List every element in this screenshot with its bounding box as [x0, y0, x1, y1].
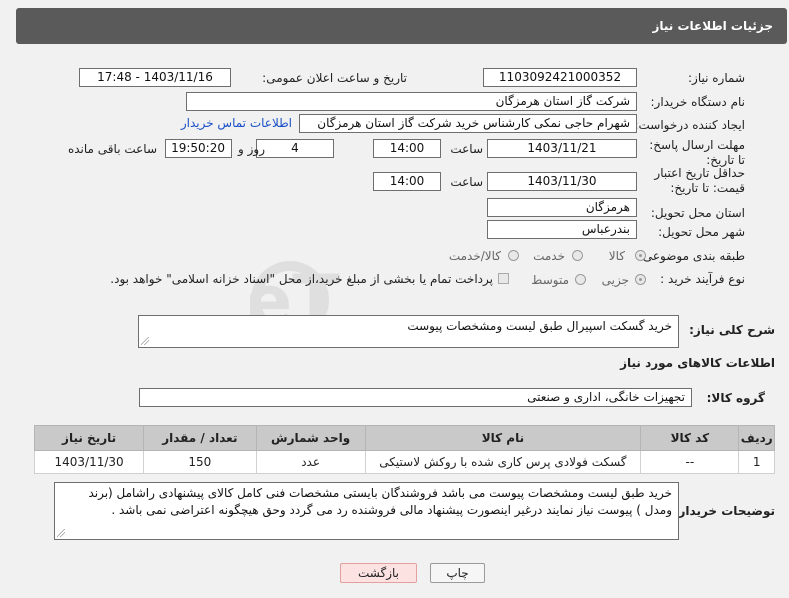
resize-grip-icon[interactable]	[141, 337, 149, 345]
buyer-notes-label: توضیحات خریدار:	[673, 504, 775, 518]
column-header-item-name: نام کالا	[364, 425, 642, 451]
creator-field[interactable]: شهرام حاجی نمکی کارشناس خرید شرکت گاز اس…	[299, 114, 637, 133]
description-label: شرح کلی نیاز:	[689, 323, 775, 337]
category-goods-label: کالا	[608, 249, 625, 263]
creator-label: ایجاد کننده درخواست:	[634, 118, 745, 132]
cell-item-name: گسکت فولادی پرس کاری شده با روکش لاستیکی	[364, 450, 642, 474]
announce-label: تاریخ و ساعت اعلان عمومی:	[262, 71, 407, 85]
city-label: شهر محل تحویل:	[658, 225, 745, 239]
deadline-time-field[interactable]: 14:00	[373, 139, 441, 158]
category-service-radio[interactable]	[572, 250, 583, 261]
payment-note: پرداخت تمام یا بخشی از مبلغ خرید،از محل …	[110, 272, 493, 286]
goods-group-label: گروه کالا:	[706, 391, 765, 405]
category-service-label: خدمت	[533, 249, 565, 263]
validity-time-field[interactable]: 14:00	[373, 172, 441, 191]
validity-label: حداقل تاریخ اعتبار قیمت: تا تاریخ:	[654, 166, 745, 195]
buyer-org-field[interactable]: شرکت گاز استان هرمزگان	[186, 92, 637, 111]
category-both-label: کالا/خدمت	[448, 249, 501, 263]
cell-need-date: 1403/11/30	[33, 450, 145, 474]
resize-grip-icon[interactable]	[57, 529, 65, 537]
print-button[interactable]: چاپ	[430, 563, 485, 583]
need-number-label: شماره نیاز:	[688, 71, 745, 85]
goods-group-field[interactable]: تجهیزات خانگی، اداری و صنعتی	[139, 388, 692, 407]
process-medium-label: متوسط	[531, 273, 569, 287]
payment-treasury-checkbox[interactable]	[498, 273, 509, 284]
column-header-quantity: تعداد / مقدار	[143, 425, 257, 451]
deadline-label: مهلت ارسال پاسخ: تا تاریخ:	[649, 138, 745, 167]
cell-row-number: 1	[738, 450, 775, 474]
buyer-notes-text: خرید طبق لیست ومشخصات پیوست می باشد فروش…	[88, 486, 672, 517]
deadline-time-label: ساعت	[450, 142, 483, 156]
column-header-unit: واحد شمارش	[255, 425, 366, 451]
column-header-item-code: کد کالا	[640, 425, 740, 451]
cell-quantity: 150	[143, 450, 257, 474]
page-header: جزئیات اطلاعات نیاز	[16, 8, 787, 44]
validity-date-field[interactable]: 1403/11/30	[487, 172, 637, 191]
goods-section-title: اطلاعات کالاهای مورد نیاز	[620, 356, 775, 370]
column-header-row-number: ردیف	[738, 425, 775, 451]
announce-date-field[interactable]: 1403/11/16 - 17:48	[79, 68, 231, 87]
province-label: استان محل تحویل:	[650, 206, 745, 220]
deadline-date-field[interactable]: 1403/11/21	[487, 139, 637, 158]
process-minor-label: جزیی	[601, 273, 629, 287]
validity-time-label: ساعت	[450, 175, 483, 189]
column-header-need-date: تاریخ نیاز	[33, 425, 145, 451]
category-label: طبقه بندی موضوعی:	[638, 249, 745, 263]
description-field[interactable]: خرید گسکت اسپیرال طبق لیست ومشخصات پیوست	[138, 315, 679, 348]
page-title: جزئیات اطلاعات نیاز	[652, 19, 773, 33]
need-number-field[interactable]: 1103092421000352	[483, 68, 637, 87]
days-remaining-field[interactable]: 4	[256, 139, 334, 158]
table-row: 1 -- گسکت فولادی پرس کاری شده با روکش لا…	[33, 450, 775, 474]
back-button[interactable]: بازگشت	[340, 563, 417, 583]
process-medium-radio[interactable]	[575, 274, 586, 285]
description-text: خرید گسکت اسپیرال طبق لیست ومشخصات پیوست	[407, 319, 672, 333]
cell-unit: عدد	[255, 450, 366, 474]
process-minor-radio[interactable]	[635, 274, 646, 285]
province-field[interactable]: هرمزگان	[487, 198, 637, 217]
table-header-row: ردیف کد کالا نام کالا واحد شمارش تعداد /…	[33, 425, 775, 451]
city-field[interactable]: بندرعباس	[487, 220, 637, 239]
process-label: نوع فرآیند خرید :	[660, 272, 745, 286]
days-label: روز و	[238, 142, 265, 156]
remaining-time-field[interactable]: 19:50:20	[165, 139, 232, 158]
category-both-radio[interactable]	[508, 250, 519, 261]
goods-table: ردیف کد کالا نام کالا واحد شمارش تعداد /…	[33, 425, 775, 474]
cell-item-code: --	[640, 450, 740, 474]
category-goods-radio[interactable]	[635, 250, 646, 261]
remaining-label: ساعت باقی مانده	[67, 142, 157, 156]
contact-info-link[interactable]: اطلاعات تماس خریدار	[181, 116, 292, 130]
buyer-org-label: نام دستگاه خریدار:	[650, 95, 746, 109]
buyer-notes-field[interactable]: خرید طبق لیست ومشخصات پیوست می باشد فروش…	[54, 482, 679, 540]
